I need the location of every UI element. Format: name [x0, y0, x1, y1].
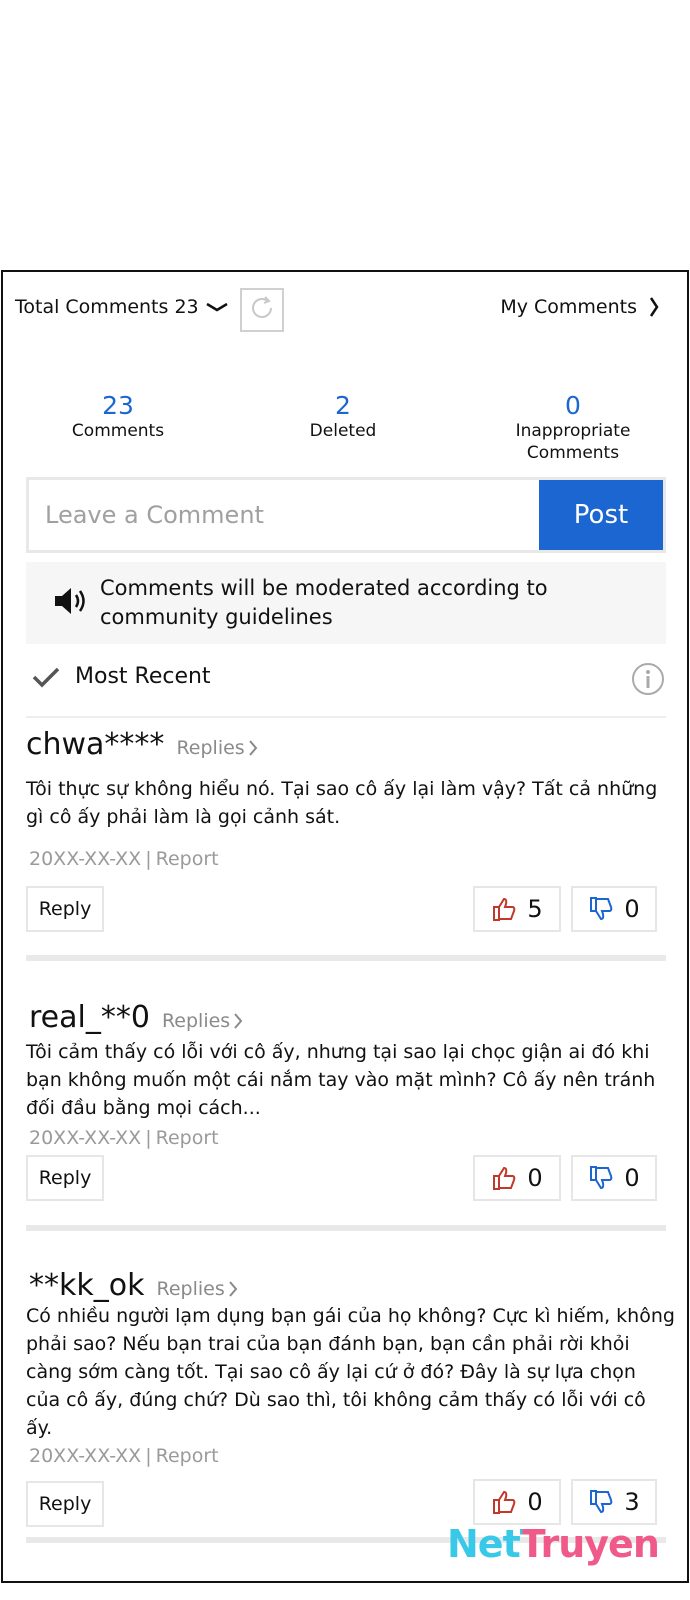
divider: [26, 1225, 666, 1231]
moderation-notice: Comments will be moderated according to …: [26, 562, 666, 644]
moderation-notice-text: Comments will be moderated according to …: [100, 576, 548, 629]
checkmark-icon: [32, 667, 60, 687]
comments-panel: Total Comments 23 My Comments 23 Comment…: [1, 270, 689, 1583]
stat-comments-value: 23: [102, 391, 134, 420]
dislike-count: 3: [624, 1488, 640, 1516]
info-icon[interactable]: [631, 662, 665, 700]
total-comments-toggle[interactable]: Total Comments 23: [15, 296, 229, 318]
comment-header: real_**0 Replies: [29, 1000, 243, 1035]
stat-inappropriate-value: 0: [565, 391, 581, 420]
comment-username: real_**0: [29, 1000, 150, 1035]
thumbs-up-icon: [493, 1166, 516, 1190]
dislike-count: 0: [624, 1164, 640, 1192]
refresh-icon: [247, 293, 277, 327]
report-link[interactable]: Report: [156, 848, 219, 870]
dislike-button[interactable]: 0: [571, 1155, 657, 1201]
comment-date: 20XX-XX-XX: [29, 1127, 142, 1149]
comment-meta: 20XX-XX-XX | Report: [29, 848, 219, 870]
sort-label: Most Recent: [75, 664, 211, 689]
replies-link[interactable]: Replies: [156, 1278, 238, 1300]
comment-header: chwa**** Replies: [26, 727, 258, 762]
dislike-button[interactable]: 0: [571, 886, 657, 932]
reply-button[interactable]: Reply: [26, 1155, 104, 1201]
comment-input[interactable]: [29, 480, 529, 550]
stat-comments: 23 Comments: [58, 392, 178, 442]
chevron-right-icon: [234, 1013, 243, 1029]
chevron-right-icon: [649, 297, 659, 317]
my-comments-label: My Comments: [500, 296, 637, 318]
dislike-count: 0: [624, 895, 640, 923]
comment-username: chwa****: [26, 727, 165, 762]
my-comments-link[interactable]: My Comments: [500, 296, 659, 318]
comment-header: **kk_ok Replies: [29, 1268, 238, 1303]
like-button[interactable]: 0: [473, 1479, 561, 1525]
stat-deleted-label: Deleted: [309, 421, 377, 441]
sort-most-recent[interactable]: Most Recent: [31, 664, 211, 689]
comment-username: **kk_ok: [29, 1268, 145, 1303]
like-count: 0: [527, 1164, 543, 1192]
watermark-logo: NetTruyen: [447, 1522, 660, 1566]
thumbs-up-icon: [493, 897, 516, 921]
thumbs-down-icon: [590, 1490, 613, 1514]
divider: [26, 716, 666, 718]
divider: [26, 955, 666, 961]
reply-button[interactable]: Reply: [26, 886, 104, 932]
replies-link[interactable]: Replies: [162, 1010, 243, 1032]
comment-text: Tôi thực sự không hiểu nó. Tại sao cô ấy…: [26, 778, 658, 828]
report-link[interactable]: Report: [156, 1127, 219, 1149]
stat-comments-label: Comments: [71, 421, 165, 441]
comment-box: Post: [26, 477, 666, 553]
comment-meta: 20XX-XX-XX | Report: [29, 1445, 219, 1467]
watermark-text: NetTruyen: [447, 1522, 660, 1566]
chevron-right-icon: [248, 740, 258, 756]
stat-deleted-value: 2: [335, 391, 351, 420]
total-comments-label: Total Comments 23: [15, 296, 199, 318]
refresh-button[interactable]: [240, 288, 284, 332]
comment-date: 20XX-XX-XX: [29, 848, 142, 870]
thumbs-down-icon: [590, 897, 613, 921]
report-link[interactable]: Report: [156, 1445, 219, 1467]
replies-label: Replies: [156, 1278, 225, 1300]
dislike-button[interactable]: 3: [571, 1479, 657, 1525]
replies-link[interactable]: Replies: [176, 737, 258, 759]
like-button[interactable]: 5: [473, 886, 561, 932]
like-count: 0: [527, 1488, 543, 1516]
comment-text: Có nhiều người lạm dụng bạn gái của họ k…: [26, 1305, 675, 1439]
comment-date: 20XX-XX-XX: [29, 1445, 142, 1467]
like-count: 5: [527, 895, 543, 923]
like-button[interactable]: 0: [473, 1155, 561, 1201]
comment-text: Tôi cảm thấy có lỗi với cô ấy, nhưng tại…: [26, 1041, 656, 1119]
speaker-icon: [52, 584, 90, 622]
chevron-right-icon: [228, 1281, 238, 1297]
stat-deleted: 2 Deleted: [293, 392, 393, 442]
replies-label: Replies: [176, 737, 245, 759]
stat-inappropriate-label: Inappropriate Comments: [515, 421, 631, 463]
thumbs-up-icon: [493, 1490, 516, 1514]
comment-meta: 20XX-XX-XX | Report: [29, 1127, 219, 1149]
replies-label: Replies: [161, 1010, 231, 1032]
reply-button[interactable]: Reply: [26, 1481, 104, 1527]
stat-inappropriate: 0 Inappropriate Comments: [503, 392, 643, 464]
chevron-down-icon: [205, 296, 229, 318]
thumbs-down-icon: [590, 1166, 613, 1190]
post-button[interactable]: Post: [539, 480, 663, 550]
